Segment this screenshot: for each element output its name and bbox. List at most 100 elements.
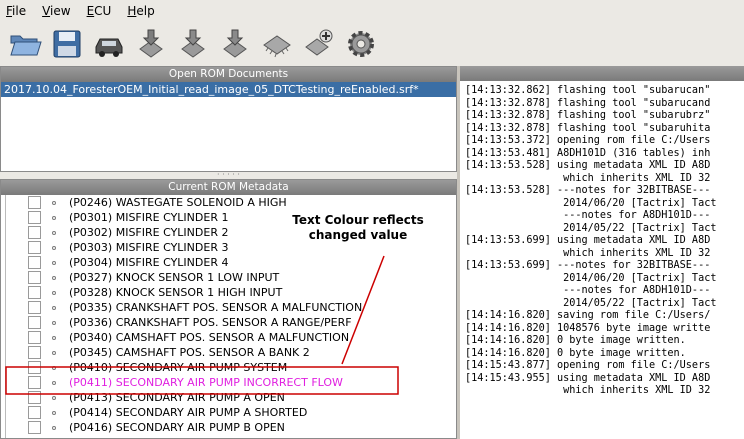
log-line: [14:15:43.877] opening rom file C:/Users [465, 360, 711, 371]
log-line: ---notes for A8DH101D--- [465, 285, 711, 296]
row-checkbox[interactable] [28, 256, 41, 269]
tree-node-icon [52, 366, 56, 370]
row-checkbox[interactable] [28, 226, 41, 239]
metadata-row[interactable]: (P0336) CRANKSHAFT POS. SENSOR A RANGE/P… [1, 315, 456, 330]
metadata-tree: (P0246) WASTEGATE SOLENOID A HIGH (P0301)… [1, 195, 456, 438]
metadata-row[interactable]: (P0410) SECONDARY AIR PUMP SYSTEM [1, 360, 456, 375]
metadata-row-label: (P0301) MISFIRE CYLINDER 1 [69, 211, 229, 224]
write-ecu-button[interactable] [216, 25, 254, 63]
row-checkbox[interactable] [28, 286, 41, 299]
log-line: which inherits XML ID 32 [465, 385, 711, 396]
metadata-row[interactable]: (P0303) MISFIRE CYLINDER 3 [1, 240, 456, 255]
metadata-row[interactable]: (P0246) WASTEGATE SOLENOID A HIGH [1, 195, 456, 210]
metadata-row-label: (P0410) SECONDARY AIR PUMP SYSTEM [69, 361, 288, 374]
read-chip-icon [181, 29, 205, 58]
menu-file[interactable]: File [6, 4, 26, 18]
metadata-row[interactable]: (P0335) CRANKSHAFT POS. SENSOR A MALFUNC… [1, 300, 456, 315]
metadata-row-label: (P0416) SECONDARY AIR PUMP B OPEN [69, 421, 285, 434]
metadata-row[interactable]: (P0302) MISFIRE CYLINDER 2 [1, 225, 456, 240]
metadata-row-label: (P0302) MISFIRE CYLINDER 2 [69, 226, 229, 239]
metadata-row-label: (P0335) CRANKSHAFT POS. SENSOR A MALFUNC… [69, 301, 363, 314]
tree-node-icon [52, 291, 56, 295]
log-line: ---notes for A8DH101D--- [465, 210, 711, 221]
ecu-connect-button[interactable] [90, 25, 128, 63]
row-checkbox[interactable] [28, 331, 41, 344]
log-line: [14:13:53.699] ---notes for 32BITBASE--- [465, 260, 711, 271]
row-checkbox[interactable] [28, 391, 41, 404]
settings-button[interactable] [342, 25, 380, 63]
row-checkbox[interactable] [28, 316, 41, 329]
metadata-row[interactable]: (P0304) MISFIRE CYLINDER 4 [1, 255, 456, 270]
open-rom-button[interactable] [6, 25, 44, 63]
left-pane: Open ROM Documents 2017.10.04_ForesterOE… [0, 66, 457, 439]
tree-node-icon [52, 336, 56, 340]
row-checkbox[interactable] [28, 196, 41, 209]
tree-node-icon [52, 396, 56, 400]
log-line: [14:14:16.820] saving rom file C:/Users/ [465, 310, 711, 321]
log-line: [14:13:53.372] opening rom file C:/Users [465, 135, 711, 146]
chip-icon [263, 35, 291, 58]
car-icon [95, 38, 123, 57]
log-line: which inherits XML ID 32 [465, 172, 711, 184]
metadata-row[interactable]: (P0328) KNOCK SENSOR 1 HIGH INPUT [1, 285, 456, 300]
metadata-row-label: (P0414) SECONDARY AIR PUMP A SHORTED [69, 406, 308, 419]
tree-node-icon [52, 306, 56, 310]
log-line: 2014/06/20 [Tactrix] Tact [465, 197, 717, 209]
row-checkbox[interactable] [28, 271, 41, 284]
log-line: [14:13:53.481] A8DH101D (316 tables) inh [465, 147, 711, 159]
metadata-row-label: (P0411) SECONDARY AIR PUMP INCORRECT FLO… [69, 376, 343, 389]
tree-node-icon [52, 216, 56, 220]
metadata-row-label: (P0340) CAMSHAFT POS. SENSOR A MALFUNCTI… [69, 331, 350, 344]
open-rom-documents-list: 2017.10.04_ForesterOEM_Initial_read_imag… [1, 82, 456, 171]
save-disk-icon [53, 30, 81, 58]
tree-node-icon [52, 261, 56, 265]
metadata-row-label: (P0328) KNOCK SENSOR 1 HIGH INPUT [69, 286, 283, 299]
metadata-row[interactable]: (P0327) KNOCK SENSOR 1 LOW INPUT [1, 270, 456, 285]
add-chip-icon [305, 29, 333, 56]
row-checkbox[interactable] [28, 421, 41, 434]
tree-node-icon [52, 351, 56, 355]
open-rom-document-item[interactable]: 2017.10.04_ForesterOEM_Initial_read_imag… [1, 82, 456, 97]
log-line: [14:14:16.820] 0 byte image written. [465, 335, 686, 346]
row-checkbox[interactable] [28, 406, 41, 419]
download-chip-icon [139, 29, 163, 58]
test-write-button[interactable] [174, 25, 212, 63]
add-chip-button[interactable] [300, 25, 338, 63]
log-line: [14:14:16.820] 1048576 byte image writte [465, 322, 711, 334]
toolbar [0, 22, 744, 66]
log-line: [14:13:53.528] using metadata XML ID A8D [465, 160, 711, 171]
metadata-row[interactable]: (P0411) SECONDARY AIR PUMP INCORRECT FLO… [1, 375, 456, 390]
metadata-row-label: (P0336) CRANKSHAFT POS. SENSOR A RANGE/P… [69, 316, 352, 329]
metadata-row[interactable]: (P0301) MISFIRE CYLINDER 1 [1, 210, 456, 225]
chip-button[interactable] [258, 25, 296, 63]
menu-help[interactable]: Help [127, 4, 154, 18]
row-checkbox[interactable] [28, 211, 41, 224]
tree-node-icon [52, 411, 56, 415]
log-line: [14:13:32.878] flashing tool "subaruhita [465, 122, 711, 134]
metadata-row[interactable]: (P0414) SECONDARY AIR PUMP A SHORTED [1, 405, 456, 420]
metadata-row-label: (P0327) KNOCK SENSOR 1 LOW INPUT [69, 271, 280, 284]
row-checkbox[interactable] [28, 301, 41, 314]
row-checkbox[interactable] [28, 361, 41, 374]
metadata-row[interactable]: (P0340) CAMSHAFT POS. SENSOR A MALFUNCTI… [1, 330, 456, 345]
menu-view[interactable]: View [42, 4, 70, 18]
row-checkbox[interactable] [28, 376, 41, 389]
current-rom-metadata-panel: Current ROM Metadata (P0246) WASTEGATE S… [0, 179, 457, 439]
menu-ecu[interactable]: ECU [87, 4, 112, 18]
write-chip-icon [223, 29, 247, 58]
log-line: [14:14:16.820] 0 byte image written. [465, 347, 686, 359]
row-checkbox[interactable] [28, 346, 41, 359]
tree-node-icon [52, 381, 56, 385]
read-ecu-button[interactable] [132, 25, 170, 63]
log-line: 2014/06/20 [Tactrix] Tact [465, 272, 717, 284]
log-line: [14:13:53.699] using metadata XML ID A8D [465, 235, 711, 246]
log-line: which inherits XML ID 32 [465, 247, 711, 259]
metadata-row[interactable]: (P0416) SECONDARY AIR PUMP B OPEN [1, 420, 456, 435]
open-rom-documents-header: Open ROM Documents [1, 67, 456, 82]
metadata-row[interactable]: (P0413) SECONDARY AIR PUMP A OPEN [1, 390, 456, 405]
metadata-row[interactable]: (P0345) CAMSHAFT POS. SENSOR A BANK 2 [1, 345, 456, 360]
log-line: [14:13:32.878] flashing tool "subarucand [465, 97, 711, 109]
metadata-row-label: (P0246) WASTEGATE SOLENOID A HIGH [69, 196, 287, 209]
save-rom-button[interactable] [48, 25, 86, 63]
row-checkbox[interactable] [28, 241, 41, 254]
